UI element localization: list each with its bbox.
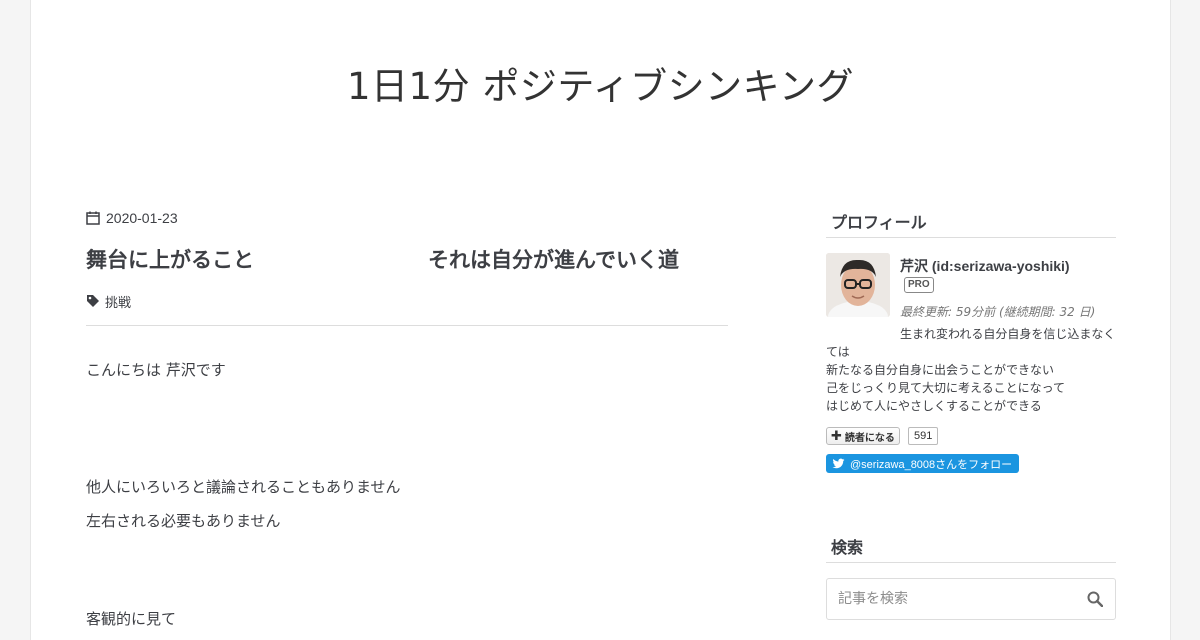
reader-count[interactable]: 591 — [908, 427, 939, 445]
profile-description-line: はじめて人にやさしくすることができる — [826, 399, 1042, 413]
entry-date-text: 2020-01-23 — [106, 210, 178, 226]
entry-title-part2: それは自分が進んでいく道 — [428, 248, 679, 272]
profile-description-line: 生まれ変われる自分自身を信じ込まなく — [900, 327, 1116, 341]
category-link[interactable]: 挑戦 — [105, 292, 131, 311]
paragraph: 客観的に見て — [86, 610, 177, 628]
search-icon[interactable] — [1087, 591, 1103, 607]
entry-categories: 挑戦 — [86, 291, 728, 311]
search-module: 検索 — [826, 533, 1116, 620]
paragraph: 左右される必要もありません — [86, 512, 281, 530]
pro-badge[interactable]: PRO — [904, 277, 934, 293]
paragraph: 他人にいろいろと議論されることもありません — [86, 478, 401, 496]
profile-heading: プロフィール — [826, 208, 1116, 238]
tag-icon — [87, 295, 99, 307]
twitter-follow-button[interactable]: @serizawa_8008さんをフォロー — [826, 454, 1019, 473]
entry-date[interactable]: 2020-01-23 — [86, 200, 728, 236]
profile-body: 芹沢 (id:serizawa-yoshiki) PRO 最終更新: 59分前 … — [826, 253, 1116, 513]
profile-module: プロフィール 芹沢 (id:serizawa-yoshiki) PRO 最終更新… — [826, 208, 1116, 513]
subscribe-button[interactable]: ✚ 読者になる — [826, 427, 900, 445]
page-container: 1日1分 ポジティブシンキング 2020-01-23 舞台に上がること それは自… — [30, 0, 1171, 640]
calendar-icon — [86, 211, 100, 225]
plus-icon: ✚ — [831, 428, 842, 444]
paragraph: こんにちは 芹沢です — [86, 361, 226, 379]
profile-description-line: ては — [826, 345, 850, 359]
profile-name[interactable]: 芹沢 (id:serizawa-yoshiki) — [900, 256, 1070, 276]
search-input[interactable] — [827, 579, 1067, 619]
twitter-follow-label: @serizawa_8008さんをフォロー — [850, 458, 1013, 471]
twitter-bird-icon — [832, 458, 845, 469]
last-update: 最終更新: 59分前 (継続期間: 32 日) — [900, 305, 1096, 319]
entry: 2020-01-23 舞台に上がること それは自分が進んでいく道 挑戦 こんにち… — [86, 200, 728, 628]
avatar[interactable] — [826, 253, 890, 317]
profile-description: 生まれ変われる自分自身を信じ込まなく ては 新たなる自分自身に出会うことができな… — [826, 325, 1116, 415]
entry-title[interactable]: 舞台に上がること それは自分が進んでいく道 — [86, 244, 728, 274]
profile-description-line: 新たなる自分自身に出会うことができない — [826, 363, 1055, 377]
blog-title[interactable]: 1日1分 ポジティブシンキング — [31, 56, 1170, 110]
entry-title-part1: 舞台に上がること — [86, 248, 254, 272]
search-box — [826, 578, 1116, 620]
entry-divider — [86, 325, 728, 326]
search-heading: 検索 — [826, 533, 1116, 563]
profile-description-line: 己をじっくり見て大切に考えることになって — [826, 381, 1066, 395]
subscribe-button-label: 読者になる — [844, 432, 895, 444]
